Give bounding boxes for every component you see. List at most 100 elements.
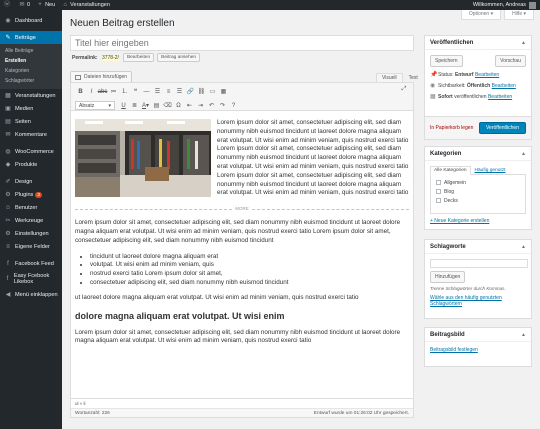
post-title-input[interactable] [70,35,414,51]
link-button[interactable]: 🔗 [185,87,196,97]
editor-box: B I abc ≔ ⒈ ❝ — ☰ ≡ ☰ 🔗 ⛓ ▭ ▦ Absatz ▾ U … [70,82,414,418]
submenu-item[interactable]: Erstellen [0,56,62,66]
edit-visibility-link[interactable]: Bearbeiten [492,83,516,89]
fields-icon: ≡ [6,243,10,250]
pin-icon: 📌 [430,72,438,78]
choose-popular-tags-link[interactable]: Wähle aus den häufig genutzten Schlagwör… [430,295,502,307]
bullet-list-button[interactable]: ≔ [108,87,119,97]
align-right-button[interactable]: ☰ [174,87,185,97]
collapse-icon: ◀ [5,292,11,298]
checkbox[interactable] [436,189,441,194]
move-to-trash-link[interactable]: In Papierkorb legen [430,125,473,131]
brush-icon: ✐ [5,179,11,185]
tags-box-title: Schlagworte [430,243,466,250]
sidebar-item-veranstaltungen[interactable]: ▦ Veranstaltungen [0,89,62,102]
sidebar-item-medien[interactable]: ▣ Medien [0,102,62,115]
indent-button[interactable]: ⇥ [195,101,206,111]
wordpress-logo-icon[interactable]: ⓦ [4,2,12,8]
publish-button[interactable]: Veröffentlichen [479,122,526,134]
sidebar-item-easy-fcebook-likebox[interactable]: f Easy Fcebook Likebox [0,270,62,288]
outdent-button[interactable]: ⇤ [184,101,195,111]
format-select[interactable]: Absatz ▾ [75,101,115,110]
visibility-row: ◉ Sichtbarkeit: Öffentlich Bearbeiten [430,82,516,90]
site-name-link[interactable]: ⌂ Veranstaltungen [62,2,110,8]
checkbox[interactable] [436,180,441,185]
sidebar-item-kommentare[interactable]: ✉ Kommentare [0,128,62,141]
fullscreen-icon[interactable]: ⤢ [399,86,409,96]
align-left-button[interactable]: ☰ [152,87,163,97]
more-tag-button[interactable]: ▭ [207,87,218,97]
strikethrough-button[interactable]: abc [97,87,108,97]
tab-popular-categories[interactable]: Häufig genutzt [471,166,510,175]
sidebar-item-eigene-felder[interactable]: ≡ Eigene Felder [0,240,62,253]
blockquote-button[interactable]: ❝ [130,87,141,97]
sidebar-item-produkte[interactable]: ◆ Produkte [0,158,62,171]
permalink-slug[interactable]: 3778-2/ [101,54,119,61]
underline-button[interactable]: U [118,101,129,111]
toolbar-toggle-button[interactable]: ▦ [218,87,229,97]
clear-format-button[interactable]: ⌫ [162,101,173,111]
sidebar-item-einstellungen[interactable]: ⚙ Einstellungen [0,227,62,240]
sidebar-item-werkzeuge[interactable]: ✂ Werkzeuge [0,214,62,227]
woo-icon: ◍ [5,149,11,155]
permalink-edit-button[interactable]: Bearbeiten [122,53,155,62]
horizontal-line-button[interactable]: — [141,87,152,97]
media-icon: ▣ [5,106,11,112]
submenu-item[interactable]: Alle Beiträge [0,46,62,56]
my-account-link[interactable]: Willkommen, Andreas [473,1,536,9]
collapse-toggle-icon[interactable]: ▲ [521,151,526,157]
publish-box: Veröffentlichen ▲ Speichern Vorschau 📌 S… [424,35,532,140]
add-tag-button[interactable]: Hinzufügen [430,271,466,283]
help-icon[interactable]: ? [228,101,239,111]
new-content-link[interactable]: + Neu [37,2,55,8]
sidebar-item-facebook-feed[interactable]: f Facebook Feed [0,257,62,270]
add-category-link[interactable]: + Neue Kategorie erstellen [430,218,489,224]
sidebar-item-beiträge[interactable]: ✎ Beiträge [0,31,62,44]
tab-all-categories[interactable]: Alle Kategorien [430,166,471,175]
sidebar-item-plugins[interactable]: ⚙ Plugins 3 [0,188,62,201]
special-chars-button[interactable]: Ω [173,101,184,111]
text-color-button[interactable]: A▾ [140,101,151,111]
collapse-toggle-icon[interactable]: ▲ [521,332,526,338]
sidebar-item-label: Kommentare [15,131,48,138]
justify-button[interactable]: ≣ [129,101,140,111]
collapse-toggle-icon[interactable]: ▲ [521,244,526,250]
italic-button[interactable]: I [86,87,97,97]
unlink-button[interactable]: ⛓ [196,87,207,97]
submenu-item[interactable]: Kategorien [0,66,62,76]
sidebar-item-menü-einklappen[interactable]: ◀ Menü einklappen [0,288,62,301]
category-item[interactable]: Allgemein [436,178,520,187]
category-item[interactable]: Blog [436,187,520,196]
admin-bar: ⓦ ✉ 0 + Neu ⌂ Veranstaltungen Willkommen, A… [0,0,540,10]
sidebar-item-seiten[interactable]: ▤ Seiten [0,115,62,128]
sidebar-item-woocommerce[interactable]: ◍ WooCommerce [0,145,62,158]
edit-schedule-link[interactable]: Bearbeiten [488,94,512,100]
paste-text-button[interactable]: ▤ [151,101,162,111]
checkbox[interactable] [436,198,441,203]
edit-status-link[interactable]: Bearbeiten [475,72,499,78]
screen-options-button[interactable]: Optionen ▾ [460,10,502,20]
undo-button[interactable]: ↶ [206,101,217,111]
preview-button[interactable]: Vorschau [495,55,526,67]
paragraph-2: Lorem ipsum dolor sit amet, consectetuer… [75,219,401,244]
editor-content[interactable]: Lorem ipsum dolor sit amet, consectetuer… [71,111,413,394]
bold-button[interactable]: B [75,87,86,97]
sidebar-item-benutzer[interactable]: ☺ Benutzer [0,201,62,214]
sidebar-item-label: Dashboard [15,17,43,24]
tags-box: Schlagworte ▲ Hinzufügen Trenne Schlagwö… [424,239,532,319]
tag-input[interactable] [430,259,528,268]
save-draft-button[interactable]: Speichern [430,55,463,67]
align-center-button[interactable]: ≡ [163,87,174,97]
collapse-toggle-icon[interactable]: ▲ [521,40,526,46]
comments-link[interactable]: ✉ 0 [19,2,30,8]
numbered-list-button[interactable]: ⒈ [119,87,130,97]
view-post-button[interactable]: Beitrag ansehen [157,53,201,62]
category-item[interactable]: Decks [436,196,520,205]
submenu-item[interactable]: Schlagwörter [0,76,62,86]
sidebar-item-design[interactable]: ✐ Design [0,175,62,188]
set-featured-image-link[interactable]: Beitragsbild festlegen [430,347,478,353]
help-button[interactable]: Hilfe ▾ [504,10,534,20]
redo-button[interactable]: ↷ [217,101,228,111]
sidebar-item-dashboard[interactable]: ◉ Dashboard [0,14,62,27]
media-icon [75,74,81,80]
